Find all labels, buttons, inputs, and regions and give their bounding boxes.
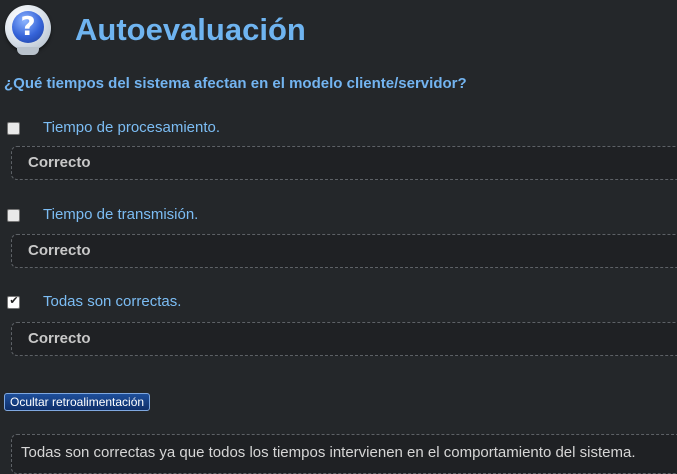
option-label[interactable]: Tiempo de procesamiento. xyxy=(43,119,220,136)
explanation-text: Todas son correctas ya que todos los tie… xyxy=(21,444,636,461)
icon-base xyxy=(17,47,39,55)
option-transmission[interactable]: Tiempo de transmisión. xyxy=(0,206,677,228)
explanation-box: Todas son correctas ya que todos los tie… xyxy=(11,434,677,474)
feedback-box: Correcto xyxy=(11,146,677,180)
help-question-icon: ? xyxy=(5,5,51,55)
feedback-text: Correcto xyxy=(28,154,91,171)
feedback-box: Correcto xyxy=(11,322,677,356)
option-checkbox[interactable] xyxy=(7,209,20,222)
page-title: Autoevaluación xyxy=(75,12,306,47)
option-checkbox[interactable] xyxy=(7,122,20,135)
feedback-box: Correcto xyxy=(11,234,677,268)
option-checkbox-checked[interactable]: ✔ xyxy=(7,294,20,309)
header: ? Autoevaluación xyxy=(0,0,677,66)
feedback-text: Correcto xyxy=(28,242,91,259)
option-label[interactable]: Tiempo de transmisión. xyxy=(43,206,198,223)
check-icon: ✔ xyxy=(9,294,19,307)
option-processing[interactable]: Tiempo de procesamiento. xyxy=(0,119,677,141)
hide-feedback-button[interactable]: Ocultar retroalimentación xyxy=(4,393,151,411)
option-label[interactable]: Todas son correctas. xyxy=(43,293,181,310)
question-mark-glyph: ? xyxy=(12,11,44,43)
feedback-text: Correcto xyxy=(28,330,91,347)
question-text: ¿Qué tiempos del sistema afectan en el m… xyxy=(4,75,467,92)
option-all-correct[interactable]: ✔ Todas son correctas. xyxy=(0,293,677,315)
